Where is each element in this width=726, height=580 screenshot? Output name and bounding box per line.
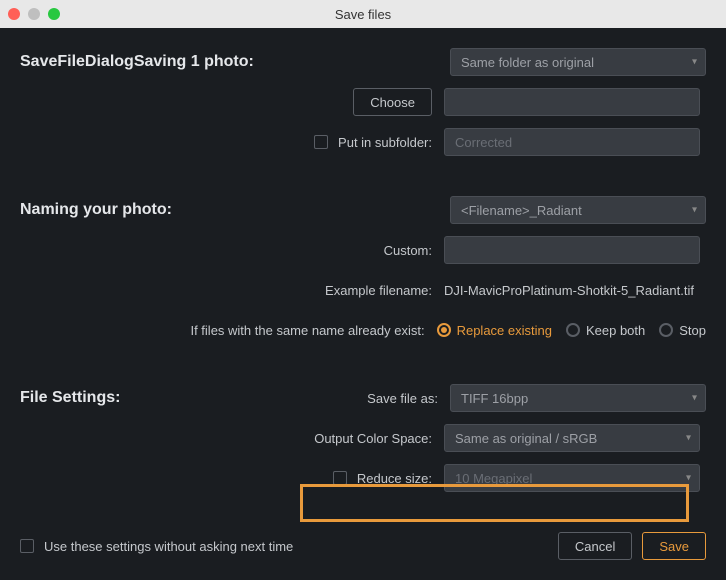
radio-stop[interactable]: Stop [659,323,706,338]
row-subfolder: Put in subfolder: [20,128,706,156]
radio-icon [566,323,580,337]
folder-path-input[interactable] [444,88,700,116]
footer-left: Use these settings without asking next t… [20,539,293,554]
section-title-saving: SaveFileDialogSaving 1 photo: [20,53,270,71]
section-title-naming: Naming your photo: [20,201,270,219]
colorspace-label: Output Color Space: [314,431,432,446]
custom-name-input[interactable] [444,236,700,264]
row-conflict-options: If files with the same name already exis… [20,316,706,344]
chevron-down-icon: ▾ [692,205,697,216]
remember-settings-label: Use these settings without asking next t… [44,539,293,554]
save-as-select[interactable]: TIFF 16bpp ▾ [450,384,706,412]
subfolder-label: Put in subfolder: [338,135,432,150]
radio-icon [659,323,673,337]
radio-replace-existing[interactable]: Replace existing [437,323,552,338]
conflict-label: If files with the same name already exis… [190,323,424,338]
chevron-down-icon: ▾ [692,393,697,404]
colorspace-value: Same as original / sRGB [455,431,597,446]
radio-label: Replace existing [457,323,552,338]
cancel-button[interactable]: Cancel [558,532,632,560]
titlebar: Save files [0,0,726,28]
reduce-size-checkbox[interactable] [333,471,347,485]
window-title: Save files [335,7,391,22]
save-button[interactable]: Save [642,532,706,560]
remember-settings-checkbox[interactable] [20,539,34,553]
footer-right: Cancel Save [558,532,706,560]
destination-select-value: Same folder as original [461,55,594,70]
chevron-down-icon: ▾ [686,473,691,484]
row-custom-name: Custom: [20,236,706,264]
naming-template-select[interactable]: <Filename>_Radiant ▾ [450,196,706,224]
radio-label: Stop [679,323,706,338]
destination-select[interactable]: Same folder as original ▾ [450,48,706,76]
choose-folder-button[interactable]: Choose [353,88,432,116]
reduce-size-label: Reduce size: [357,471,432,486]
chevron-down-icon: ▾ [686,433,691,444]
row-example-filename: Example filename: DJI-MavicProPlatinum-S… [20,276,706,304]
subfolder-checkbox[interactable] [314,135,328,149]
subfolder-input[interactable] [444,128,700,156]
radio-label: Keep both [586,323,645,338]
row-color-space: Output Color Space: Same as original / s… [20,424,706,452]
close-window-button[interactable] [8,8,20,20]
example-label: Example filename: [325,283,432,298]
custom-label: Custom: [384,243,432,258]
maximize-window-button[interactable] [48,8,60,20]
reduce-size-select[interactable]: 10 Megapixel ▾ [444,464,700,492]
row-saving-destination: SaveFileDialogSaving 1 photo: Same folde… [20,48,706,76]
minimize-window-button[interactable] [28,8,40,20]
radio-icon [437,323,451,337]
traffic-lights [8,8,60,20]
example-filename-value: DJI-MavicProPlatinum-Shotkit-5_Radiant.t… [444,283,694,298]
reduce-size-value: 10 Megapixel [455,471,532,486]
save-as-value: TIFF 16bpp [461,391,528,406]
section-title-file-settings: File Settings: [20,389,140,407]
row-naming-template: Naming your photo: <Filename>_Radiant ▾ [20,196,706,224]
radio-keep-both[interactable]: Keep both [566,323,645,338]
save-as-label: Save file as: [367,391,438,406]
dialog-footer: Use these settings without asking next t… [20,532,706,560]
chevron-down-icon: ▾ [692,57,697,68]
row-reduce-size: Reduce size: 10 Megapixel ▾ [20,464,706,492]
naming-template-value: <Filename>_Radiant [461,203,582,218]
conflict-radio-group: Replace existing Keep both Stop [437,323,706,338]
row-file-settings-saveas: File Settings: Save file as: TIFF 16bpp … [20,384,706,412]
dialog-content: SaveFileDialogSaving 1 photo: Same folde… [0,28,726,580]
colorspace-select[interactable]: Same as original / sRGB ▾ [444,424,700,452]
row-choose-folder: Choose [20,88,706,116]
